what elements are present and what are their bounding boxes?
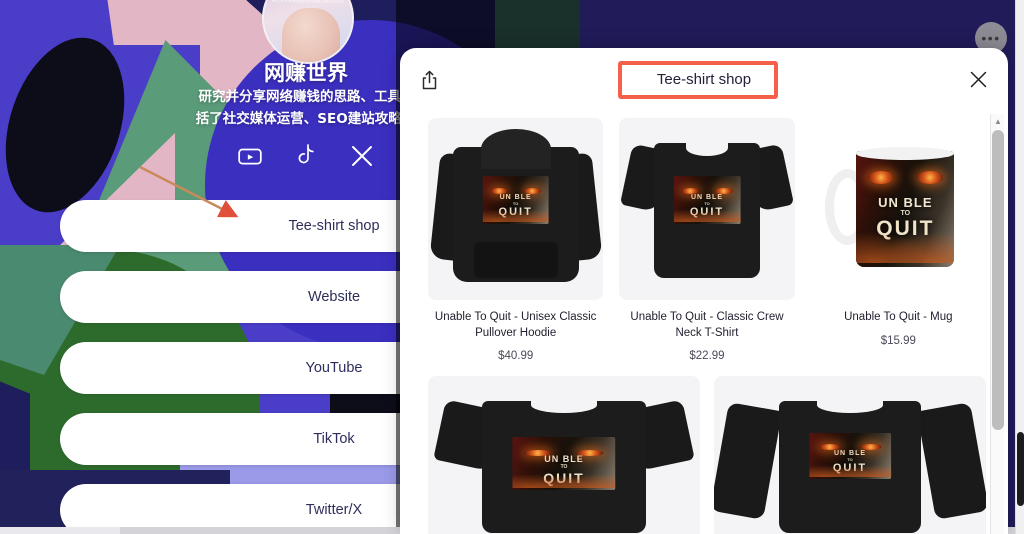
- product-card[interactable]: UN BLE TO QUIT Unable To Quit - Classic …: [619, 118, 795, 363]
- product-print: UN BLE TO QUIT: [673, 176, 741, 224]
- tee-shirt-shop-modal: Tee-shirt shop UN BLE TO Unable To Quit …: [400, 48, 1008, 534]
- product-image: UN BLE TO QUIT: [714, 376, 986, 534]
- product-print: UN BLE TO QUIT: [482, 176, 549, 224]
- modal-scrollbar[interactable]: ▲ ▼: [990, 114, 1004, 534]
- youtube-icon[interactable]: [235, 141, 265, 171]
- twitter-x-icon[interactable]: [347, 141, 377, 171]
- modal-title-wrap: Tee-shirt shop: [400, 48, 1008, 110]
- link-label: Twitter/X: [305, 502, 363, 518]
- tiktok-icon[interactable]: [291, 141, 321, 171]
- design-line-1: UN BLE: [878, 194, 933, 210]
- longsleeve-sleeve-left: [714, 402, 783, 521]
- product-name: Unable To Quit - Classic Crew Neck T-Shi…: [630, 311, 784, 339]
- design-line-2: TO: [900, 209, 911, 217]
- page-scrollbar-thumb[interactable]: [1017, 432, 1024, 506]
- link-label: Website: [307, 289, 361, 305]
- product-scroll-area[interactable]: UN BLE TO QUIT Unable To Quit - Unisex C…: [400, 110, 1008, 534]
- product-card[interactable]: UN BLE TO QUIT: [714, 376, 986, 534]
- product-card[interactable]: UN BLE TO QUIT: [428, 376, 700, 534]
- scroll-up-arrow[interactable]: ▲: [991, 114, 1005, 128]
- product-price: $22.99: [689, 350, 725, 363]
- link-label: Tee-shirt shop: [288, 218, 380, 234]
- avatar-sub-text: 研究并分享网络赚钱的思路工具以及实战: [272, 0, 344, 3]
- product-image: UN BLE TO QUIT: [619, 118, 795, 300]
- product-grid-row-2: UN BLE TO QUIT: [428, 376, 986, 534]
- avatar-photo: [282, 8, 340, 62]
- modal-title: Tee-shirt shop: [656, 70, 752, 88]
- mug-rim: [856, 147, 955, 160]
- product-name: Unable To Quit - Mug: [844, 311, 953, 323]
- product-image: UN BLE TO QUIT: [428, 118, 604, 300]
- close-icon[interactable]: [962, 63, 994, 95]
- modal-scrollbar-thumb[interactable]: [992, 130, 1004, 430]
- product-image: UN BLE TO QUIT: [428, 376, 700, 534]
- product-print: UN BLE TO QUIT: [512, 436, 616, 490]
- page-scrollbar[interactable]: [1015, 0, 1024, 534]
- product-print: UN BLE TO QUIT: [809, 432, 891, 480]
- longsleeve-sleeve-right: [917, 402, 986, 521]
- product-price: $40.99: [498, 350, 534, 363]
- hoodie-hood: [480, 128, 551, 169]
- modal-header: Tee-shirt shop: [400, 48, 1008, 110]
- product-price: $15.99: [880, 334, 916, 347]
- product-name: Unable To Quit - Unisex Classic Pullover…: [434, 311, 597, 339]
- link-label: TikTok: [313, 431, 355, 447]
- link-label: YouTube: [305, 360, 363, 376]
- mug-body: UN BLE TO QUIT: [856, 150, 955, 268]
- product-image: UN BLE TO QUIT: [810, 118, 986, 300]
- product-grid-row-1: UN BLE TO QUIT Unable To Quit - Unisex C…: [428, 118, 986, 362]
- hoodie-pocket: [473, 241, 558, 279]
- product-card[interactable]: UN BLE TO QUIT Unable To Quit - Unisex C…: [428, 118, 604, 363]
- product-card[interactable]: UN BLE TO QUIT Unable To Quit - Mug $15.…: [810, 118, 986, 362]
